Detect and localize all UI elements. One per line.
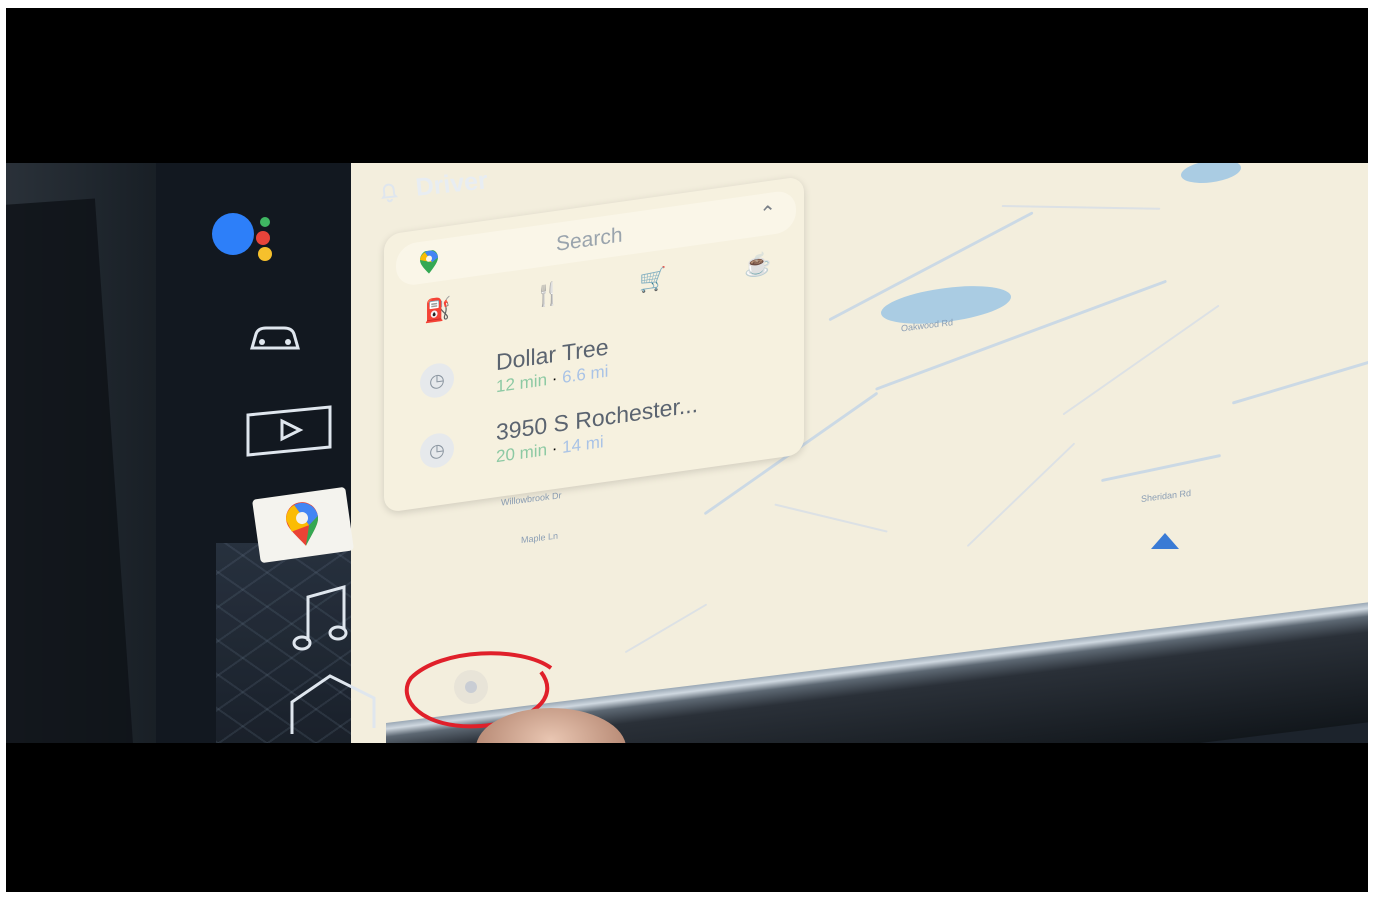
car-display-photo: Oakwood Rd Willowbrook Dr Maple Ln Sheri… bbox=[6, 163, 1368, 743]
music-icon[interactable] bbox=[292, 583, 352, 653]
street-label: Maple Ln bbox=[521, 530, 559, 546]
play-icon[interactable] bbox=[244, 403, 336, 461]
lake bbox=[1181, 163, 1241, 187]
road bbox=[624, 603, 708, 654]
home-icon[interactable] bbox=[286, 668, 382, 738]
restaurant-icon[interactable]: 🍴 bbox=[534, 280, 561, 310]
gas-station-icon[interactable]: ⛽ bbox=[424, 296, 451, 326]
chevron-up-icon[interactable]: ⌃ bbox=[759, 200, 776, 227]
road bbox=[1101, 453, 1221, 483]
navigation-arrow-icon bbox=[1151, 533, 1179, 549]
road bbox=[966, 442, 1076, 548]
history-icon: ◷ bbox=[420, 361, 454, 400]
coffee-icon[interactable]: ☕ bbox=[744, 251, 771, 281]
assistant-icon[interactable] bbox=[212, 211, 312, 271]
road bbox=[1231, 354, 1368, 405]
maps-app-tile[interactable] bbox=[252, 486, 354, 564]
road bbox=[1001, 204, 1161, 210]
road bbox=[774, 503, 888, 533]
street-label: Sheridan Rd bbox=[1141, 487, 1192, 505]
car-icon[interactable] bbox=[246, 318, 304, 358]
history-icon: ◷ bbox=[420, 431, 454, 470]
search-panel: Search ⌃ ⛽ 🍴 🛒 ☕ ◷ Dollar Tree 12 min · … bbox=[384, 175, 804, 514]
search-input[interactable]: Search bbox=[556, 223, 623, 256]
maps-icon bbox=[286, 502, 319, 546]
maps-icon bbox=[420, 249, 438, 274]
bell-icon[interactable] bbox=[375, 177, 404, 206]
road bbox=[1062, 304, 1220, 416]
shopping-cart-icon[interactable]: 🛒 bbox=[639, 265, 666, 295]
